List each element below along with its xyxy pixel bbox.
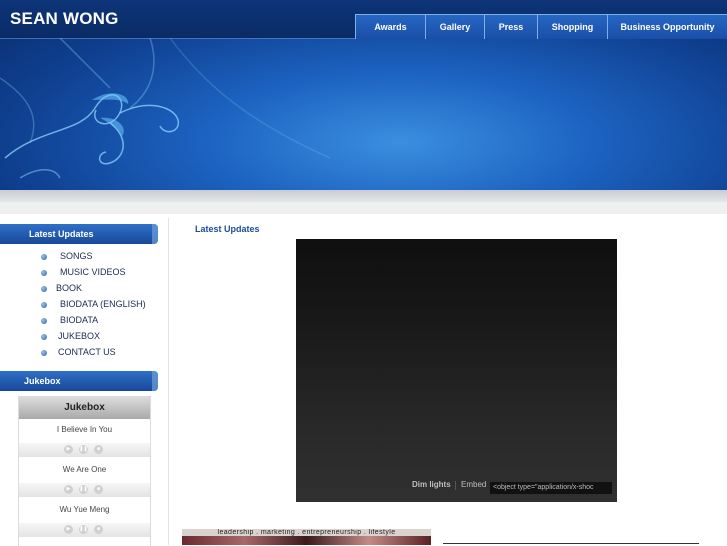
sidebar-item-label[interactable]: BIODATA (60, 315, 98, 325)
dim-lights-button[interactable]: Dim lights (412, 480, 451, 489)
sidebar-item-music-videos[interactable]: MUSIC VIDEOS (0, 265, 160, 281)
header-light-band (0, 202, 727, 214)
header-shadow-band (0, 190, 727, 202)
sidebar-menu: SONGS MUSIC VIDEOS BOOK BIODATA (ENGLISH… (0, 249, 160, 361)
pause-icon[interactable]: ❚❚ (79, 525, 88, 534)
pause-icon[interactable]: ❚❚ (79, 485, 88, 494)
stop-icon[interactable]: ■ (94, 445, 103, 454)
page-title: Latest Updates (195, 224, 260, 234)
play-icon[interactable]: ▶ (64, 525, 73, 534)
nav-awards[interactable]: Awards (355, 14, 425, 39)
thumbnail-photo (182, 536, 431, 545)
video-player[interactable]: Dim lights Embed (296, 239, 617, 502)
sidebar-heading-label: Jukebox (24, 376, 61, 386)
bullet-icon (41, 302, 47, 308)
sidebar-item-book[interactable]: BOOK (0, 281, 160, 297)
bullet-icon (41, 270, 47, 276)
sidebar-divider (168, 218, 169, 545)
header-banner: SEAN WONG Awards Gallery Press Shopping … (0, 0, 727, 190)
sidebar-item-songs[interactable]: SONGS (0, 249, 160, 265)
nav-gallery[interactable]: Gallery (425, 14, 484, 39)
song-controls: ▶ ❚❚ ■ (19, 443, 150, 457)
nav-shopping[interactable]: Shopping (537, 14, 607, 39)
sidebar-item-jukebox[interactable]: JUKEBOX (0, 329, 160, 345)
stop-icon[interactable]: ■ (94, 525, 103, 534)
site-title[interactable]: SEAN WONG (10, 9, 119, 29)
bullet-icon (41, 318, 47, 324)
thumbnail-caption: leadership . marketing . entrepreneurshi… (182, 529, 431, 536)
sidebar-item-biodata-english[interactable]: BIODATA (ENGLISH) (0, 297, 160, 313)
song-title[interactable]: Wu Yue Meng (19, 505, 150, 514)
jukebox-title: Jukebox (19, 397, 150, 419)
embed-code-field[interactable]: <object type="application/x-shoc (490, 482, 612, 494)
bullet-icon (41, 334, 47, 340)
stop-icon[interactable]: ■ (94, 485, 103, 494)
sidebar-item-biodata[interactable]: BIODATA (0, 313, 160, 329)
sidebar-item-label[interactable]: JUKEBOX (58, 331, 100, 341)
toolbar-divider (455, 481, 456, 490)
heading-tab-shade (152, 224, 158, 244)
embed-button[interactable]: Embed (461, 480, 486, 489)
song-title[interactable]: I Believe In You (19, 425, 150, 434)
bullet-icon (41, 350, 47, 356)
heading-tab-shade (152, 371, 158, 391)
sidebar-item-label[interactable]: CONTACT US (58, 347, 116, 357)
sidebar-item-label[interactable]: BOOK (56, 283, 82, 293)
song-controls: ▶ ❚❚ ■ (19, 523, 150, 537)
sidebar-item-label[interactable]: BIODATA (ENGLISH) (60, 299, 146, 309)
song-title[interactable]: We Are One (19, 465, 150, 474)
sidebar-item-contact-us[interactable]: CONTACT US (0, 345, 160, 361)
promo-thumbnail[interactable]: leadership . marketing . entrepreneurshi… (182, 529, 431, 545)
sidebar-item-label[interactable]: MUSIC VIDEOS (60, 267, 126, 277)
pause-icon[interactable]: ❚❚ (79, 445, 88, 454)
sidebar-latest-updates-heading: Latest Updates (0, 224, 158, 244)
jukebox-widget: Jukebox I Believe In You ▶ ❚❚ ■ We Are O… (18, 396, 151, 546)
bullet-icon (41, 254, 47, 260)
jukebox-song: We Are One ▶ ❚❚ ■ (19, 459, 150, 499)
swirl-ornament (0, 38, 331, 179)
jukebox-song: Wu Yue Meng ▶ ❚❚ ■ (19, 499, 150, 539)
main-nav: Awards Gallery Press Shopping Business O… (355, 14, 727, 39)
song-controls: ▶ ❚❚ ■ (19, 483, 150, 497)
sidebar-heading-label: Latest Updates (29, 229, 94, 239)
nav-press[interactable]: Press (484, 14, 537, 39)
sidebar-item-label[interactable]: SONGS (60, 251, 93, 261)
play-icon[interactable]: ▶ (64, 485, 73, 494)
bullet-icon (41, 286, 47, 292)
play-icon[interactable]: ▶ (64, 445, 73, 454)
content-divider (443, 543, 699, 544)
sidebar-jukebox-heading: Jukebox (0, 371, 158, 391)
jukebox-song: I Believe In You ▶ ❚❚ ■ (19, 419, 150, 459)
nav-business-opportunity[interactable]: Business Opportunity (607, 14, 727, 39)
